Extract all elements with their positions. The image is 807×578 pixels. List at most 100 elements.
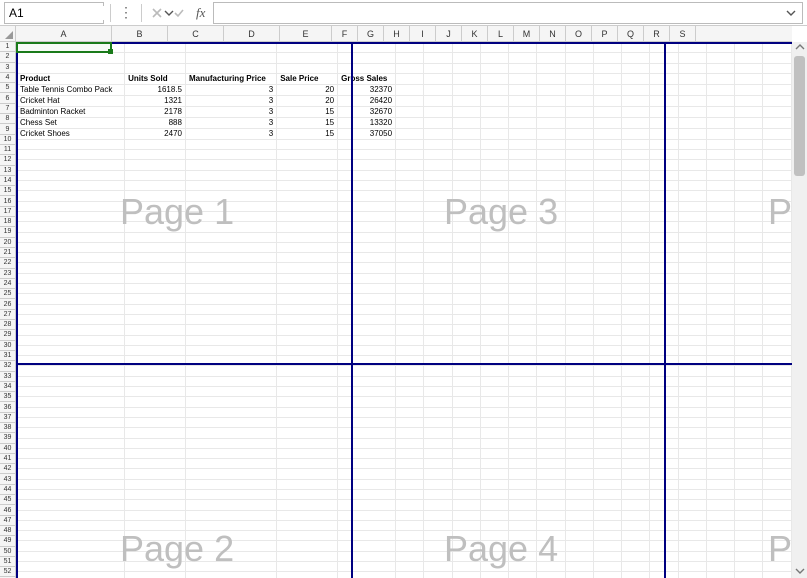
cell[interactable] [622,397,650,407]
cell[interactable] [424,314,452,324]
cell[interactable] [706,128,734,139]
scroll-up-icon[interactable] [792,40,807,54]
cell[interactable] [735,222,763,232]
cell[interactable] [763,397,792,407]
cell[interactable] [277,366,338,376]
cell[interactable] [763,63,792,73]
cell[interactable] [396,150,424,160]
cell[interactable] [452,106,480,117]
cell[interactable] [17,294,125,304]
cell[interactable] [735,84,763,95]
cell[interactable] [125,242,186,252]
cell[interactable] [537,273,565,283]
cell[interactable] [17,222,125,232]
cell[interactable] [706,191,734,201]
cell[interactable] [537,95,565,106]
cell[interactable] [706,335,734,345]
cell[interactable] [593,479,621,489]
cell[interactable] [565,232,593,242]
cell[interactable] [565,160,593,170]
cell[interactable] [338,284,396,294]
cell[interactable] [185,551,276,561]
cell[interactable] [622,170,650,180]
cell[interactable] [678,84,706,95]
cell[interactable] [480,500,508,510]
cell[interactable] [565,191,593,201]
cell[interactable] [452,284,480,294]
cell[interactable] [452,438,480,448]
cell[interactable] [706,284,734,294]
cell[interactable] [537,211,565,221]
cell[interactable] [565,551,593,561]
cell[interactable] [185,284,276,294]
cell[interactable] [678,541,706,551]
cell[interactable] [706,448,734,458]
cell[interactable]: 1321 [125,95,186,106]
cell[interactable] [763,376,792,386]
cell[interactable] [125,469,186,479]
cell[interactable] [678,284,706,294]
cell[interactable] [396,211,424,221]
cell[interactable] [452,366,480,376]
cell[interactable] [17,325,125,335]
cell[interactable]: Product [17,73,125,84]
cell[interactable] [678,387,706,397]
cell[interactable] [622,417,650,427]
cell[interactable] [537,551,565,561]
cell[interactable] [735,201,763,211]
cell[interactable] [185,325,276,335]
cell[interactable] [452,500,480,510]
cell[interactable] [706,469,734,479]
row-header[interactable]: 15 [0,186,15,196]
cell[interactable] [763,510,792,520]
cell[interactable] [125,459,186,469]
cell[interactable] [338,551,396,561]
cell[interactable] [480,139,508,149]
cell[interactable] [185,448,276,458]
cell[interactable] [593,95,621,106]
cell[interactable] [763,150,792,160]
cell[interactable] [537,459,565,469]
cell[interactable] [735,314,763,324]
cell[interactable] [125,63,186,73]
cell[interactable] [763,428,792,438]
cell[interactable] [424,438,452,448]
cell[interactable] [452,428,480,438]
cell[interactable] [735,63,763,73]
cell[interactable] [424,63,452,73]
cell[interactable] [185,53,276,63]
cell[interactable] [125,407,186,417]
cell[interactable] [424,53,452,63]
cell[interactable] [17,284,125,294]
cell[interactable] [396,510,424,520]
cell[interactable] [185,304,276,314]
cell[interactable] [185,417,276,427]
cell[interactable] [735,520,763,530]
cell[interactable] [537,232,565,242]
cell[interactable] [565,63,593,73]
cell[interactable] [706,117,734,128]
cell[interactable] [452,263,480,273]
cell[interactable] [480,73,508,84]
cell[interactable] [706,95,734,106]
cell[interactable] [125,335,186,345]
cell[interactable] [735,304,763,314]
cell[interactable] [565,53,593,63]
cell[interactable] [735,459,763,469]
cell[interactable] [338,325,396,335]
row-header[interactable]: 18 [0,217,15,227]
cell[interactable]: 2178 [125,106,186,117]
cell[interactable] [185,541,276,551]
cell[interactable] [396,366,424,376]
cell[interactable] [17,407,125,417]
cell[interactable] [424,73,452,84]
cell[interactable] [480,448,508,458]
cell[interactable] [17,510,125,520]
cell[interactable] [480,284,508,294]
cell[interactable] [185,531,276,541]
cell[interactable] [735,191,763,201]
cell[interactable] [338,366,396,376]
cell[interactable] [537,314,565,324]
cell[interactable] [125,376,186,386]
cell[interactable] [509,63,537,73]
